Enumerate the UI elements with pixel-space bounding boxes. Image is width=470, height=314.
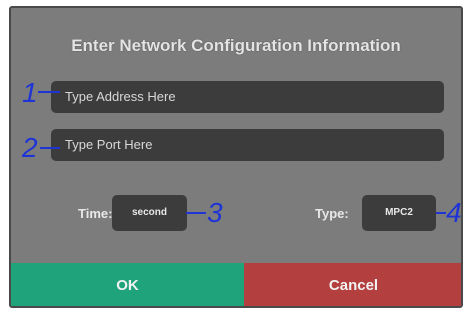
- type-selector[interactable]: MPC2: [362, 195, 436, 231]
- annotation-2-line: [40, 147, 60, 149]
- annotation-3: 3: [207, 197, 223, 228]
- annotation-4: 4: [446, 197, 462, 228]
- annotation-4-line: [436, 212, 446, 214]
- annotation-1: 1: [22, 77, 38, 108]
- port-input[interactable]: Type Port Here: [51, 129, 444, 161]
- ok-button[interactable]: OK: [11, 263, 244, 306]
- network-config-dialog: Enter Network Configuration Information …: [9, 6, 463, 308]
- address-input[interactable]: Type Address Here: [51, 81, 444, 113]
- time-selector[interactable]: second: [112, 195, 187, 231]
- annotation-1-line: [38, 91, 60, 93]
- annotation-2: 2: [22, 132, 38, 163]
- cancel-button[interactable]: Cancel: [244, 263, 461, 306]
- type-label: Type:: [315, 206, 349, 221]
- dialog-title: Enter Network Configuration Information: [71, 36, 401, 55]
- annotation-3-line: [186, 212, 206, 214]
- time-label: Time:: [78, 206, 113, 221]
